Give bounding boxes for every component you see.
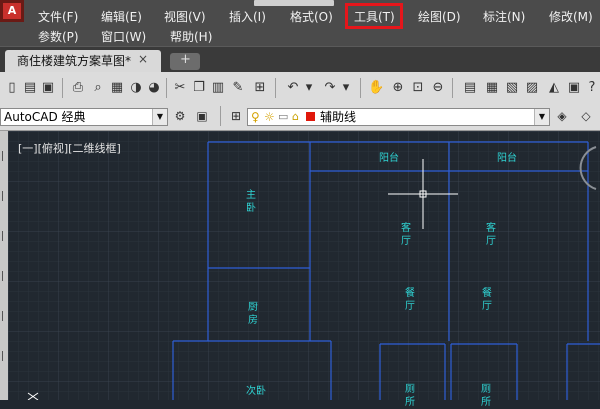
document-tab-title: 商住楼建筑方案草图* [17,54,132,68]
toolbar-separator [275,78,276,98]
room-label-kitchen: 厨房 [248,302,258,326]
design-center-icon[interactable]: ▦ [484,80,500,96]
room-label-master-bedroom: 主卧 [246,190,256,214]
plot-icon[interactable]: ▦ [109,80,125,96]
toolbar-separator [166,78,167,98]
menu-parameters[interactable]: 参数(P) [38,29,79,45]
workspace-settings-icon[interactable]: ⚙ [172,108,188,124]
toolbar-separator [220,106,221,126]
zoom-previous-icon[interactable]: ⊖ [430,80,446,96]
menu-draw[interactable]: 绘图(D) [418,9,461,25]
room-label-bathroom: 厕所 [405,384,415,408]
workspace-select[interactable]: AutoCAD 经典 ▼ [0,108,168,126]
lock-icon: ⌂ [292,110,299,123]
menu-dimension[interactable]: 标注(N) [483,9,525,25]
room-label-dining-room: 餐厅 [482,288,492,312]
layer-manager-icon[interactable]: ▣ [194,108,210,124]
layer-color-swatch [306,112,315,121]
close-icon[interactable]: × [138,52,148,66]
menu-view[interactable]: 视图(V) [164,9,206,25]
3d-dwf-icon[interactable]: ◕ [146,80,162,96]
print-icon[interactable]: ⎙ [70,80,86,96]
room-label-balcony: 阳台 [379,153,399,164]
menu-edit[interactable]: 编辑(E) [101,9,142,25]
title-bar-fragment [254,0,334,6]
menu-help[interactable]: 帮助(H) [170,29,212,45]
menu-file[interactable]: 文件(F) [38,9,78,25]
open-folder-icon[interactable]: ▤ [22,80,38,96]
palette-marker [2,151,7,161]
save-icon[interactable]: ▣ [40,80,56,96]
new-tab-button[interactable]: + [170,52,200,70]
plus-icon: + [180,52,191,67]
zoom-window-icon[interactable]: ⊡ [410,80,426,96]
chevron-down-icon: ▼ [534,109,549,125]
palette-marker [2,311,7,321]
markup-icon[interactable]: ◭ [546,80,562,96]
document-tab[interactable]: 商住楼建筑方案草图* × [5,50,161,72]
left-tool-palette[interactable] [0,131,8,400]
toolbar-separator [452,78,453,98]
room-label-balcony: 阳台 [497,153,517,164]
toolbar-separator [62,78,63,98]
help-icon[interactable]: ? [584,80,600,96]
layer-name: 辅助线 [320,110,357,124]
layer-viewport-icon: ▭ [278,110,289,123]
match-properties-icon[interactable]: ✎ [230,80,246,96]
viewport-label[interactable]: [一][俯视][二维线框] [18,140,121,156]
redo-dropdown-icon[interactable]: ▾ [338,80,354,96]
workspace-value: AutoCAD 经典 [4,110,86,124]
undo-dropdown-icon[interactable]: ▾ [301,80,317,96]
pan-hand-icon[interactable]: ✋ [368,80,384,96]
room-label-dining-room: 餐厅 [405,288,415,312]
sheet-set-icon[interactable]: ▨ [524,80,540,96]
properties-icon[interactable]: ▤ [462,80,478,96]
menu-modify[interactable]: 修改(M) [549,9,593,25]
floor-plan-drawing [8,131,600,400]
menu-insert[interactable]: 插入(I) [229,9,266,25]
drawing-canvas[interactable] [8,131,600,400]
chevron-down-icon: ▼ [152,109,167,125]
print-preview-icon[interactable]: ⌕ [90,80,106,96]
make-current-layer-icon[interactable]: ◈ [554,108,570,124]
zoom-realtime-icon[interactable]: ⊕ [390,80,406,96]
layer-previous-icon[interactable]: ◇ [578,108,594,124]
paste-icon[interactable]: ▥ [210,80,226,96]
cut-icon[interactable]: ✂ [172,80,188,96]
room-label-living-room: 客厅 [401,223,411,247]
layer-select[interactable]: ♀ ☼ ▭ ⌂ 辅助线 ▼ [247,108,550,126]
room-label-bathroom: 厕所 [481,384,491,408]
copy-icon[interactable]: ❐ [191,80,207,96]
room-label-second-bedroom: 次卧 [246,386,266,397]
new-file-icon[interactable]: ▯ [4,80,20,96]
tools-menu-highlight [345,3,403,29]
app-menu-button[interactable]: A [0,0,24,22]
room-label-living-room: 客厅 [486,223,496,247]
palette-marker [2,191,7,201]
freeze-sun-icon: ☼ [264,110,275,124]
publish-icon[interactable]: ◑ [128,80,144,96]
toolbar-separator [360,78,361,98]
quickcalc-icon[interactable]: ▣ [566,80,582,96]
menu-format[interactable]: 格式(O) [290,9,333,25]
menu-window[interactable]: 窗口(W) [101,29,146,45]
autocad-logo-icon: A [3,3,21,19]
block-editor-icon[interactable]: ⊞ [252,80,268,96]
undo-icon[interactable]: ↶ [285,80,301,96]
layer-on-bulb-icon: ♀ [251,110,260,124]
layer-properties-icon[interactable]: ⊞ [228,108,244,124]
redo-icon[interactable]: ↷ [322,80,338,96]
palette-marker [2,231,7,241]
palette-marker [2,351,7,361]
palette-marker [2,271,7,281]
tool-palettes-icon[interactable]: ▧ [504,80,520,96]
